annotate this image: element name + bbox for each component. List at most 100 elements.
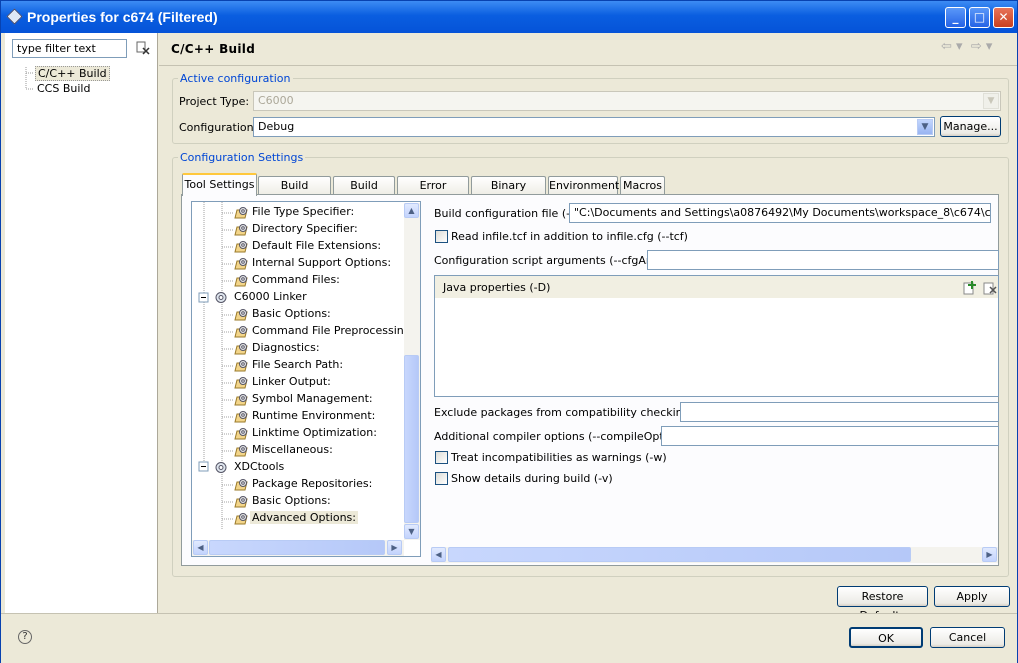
option-category-icon — [234, 326, 248, 338]
project-type-label: Project Type: — [179, 95, 250, 108]
option-category-icon — [234, 513, 248, 525]
scroll-down-icon[interactable]: ▼ — [404, 524, 419, 539]
compiler-options-field[interactable] — [661, 426, 999, 446]
tab-macros[interactable]: Macros — [620, 176, 665, 195]
manage-button[interactable]: Manage... — [940, 116, 1001, 137]
show-details-label: Show details during build (-v) — [451, 472, 613, 485]
exclude-field[interactable] — [680, 402, 999, 422]
configuration-value: Debug — [258, 120, 295, 133]
ok-button[interactable]: OK — [849, 627, 923, 648]
treat-incompat-label: Treat incompatibilities as warnings (-w) — [451, 451, 667, 464]
treat-incompat-checkbox[interactable] — [435, 451, 448, 464]
add-property-icon[interactable] — [962, 280, 977, 295]
option-category-icon — [234, 394, 248, 406]
read-infile-checkbox[interactable] — [435, 230, 448, 243]
delete-property-icon[interactable] — [982, 280, 997, 295]
cfg-args-field[interactable] — [647, 250, 999, 270]
build-config-label: Build configuration file (-b) — [434, 207, 582, 220]
scroll-up-icon[interactable]: ▲ — [404, 203, 419, 218]
scroll-right-icon[interactable]: ▶ — [982, 547, 997, 562]
tool-tree-item[interactable]: Package Repositories: — [252, 477, 372, 490]
tool-tree-item[interactable]: Miscellaneous: — [252, 443, 333, 456]
tool-gear-icon — [215, 292, 227, 303]
scroll-left-icon[interactable]: ◀ — [431, 547, 446, 562]
tree-horizontal-scrollbar[interactable]: ◀ ▶ — [192, 540, 404, 556]
page-title: C/C++ Build — [171, 42, 256, 56]
java-properties-header: Java properties (-D) — [435, 276, 998, 298]
scroll-right-icon[interactable]: ▶ — [387, 540, 402, 555]
tool-tree-item[interactable]: File Type Specifier: — [252, 205, 354, 218]
option-category-icon — [234, 207, 248, 219]
tool-tree-item[interactable]: Runtime Environment: — [252, 409, 375, 422]
tree-vertical-scrollbar[interactable]: ▲ ▼ — [404, 203, 420, 540]
read-infile-label: Read infile.tcf in addition to infile.cf… — [451, 230, 688, 243]
help-icon[interactable]: ? — [18, 630, 32, 644]
tab-tool-settings[interactable]: Tool Settings — [182, 173, 257, 196]
build-config-field[interactable]: "C:\Documents and Settings\a0876492\My D… — [569, 203, 991, 223]
filter-input[interactable]: type filter text — [12, 39, 127, 58]
sidebar-item-ccs-build[interactable]: CCS Build — [35, 82, 92, 95]
properties-window: Properties for c674 (Filtered) _ □ ✕ typ… — [0, 0, 1018, 663]
option-category-icon — [234, 241, 248, 253]
scroll-thumb[interactable] — [448, 547, 911, 562]
configuration-combo[interactable]: Debug ▼ — [253, 117, 935, 137]
tree-lines — [198, 202, 234, 530]
tool-tree-item[interactable]: Linker Output: — [252, 375, 331, 388]
option-category-icon — [234, 309, 248, 321]
sidebar-item-cc-build[interactable]: C/C++ Build — [35, 66, 110, 81]
option-category-icon — [234, 360, 248, 372]
tool-tree-item[interactable]: File Search Path: — [252, 358, 343, 371]
tool-tree: File Type Specifier: Directory Specifier:… — [191, 201, 421, 557]
nav-arrows: ⇦ ▾ ⇨ ▾ — [941, 39, 992, 54]
settings-horizontal-scrollbar[interactable]: ◀ ▶ — [431, 547, 998, 563]
option-category-icon — [234, 428, 248, 440]
show-details-checkbox[interactable] — [435, 472, 448, 485]
header-separator — [159, 65, 1017, 66]
restore-defaults-button[interactable]: Restore Defaults — [837, 586, 928, 622]
tool-tree-group[interactable]: XDCtools — [234, 460, 284, 473]
chevron-down-icon[interactable]: ▼ — [917, 119, 933, 135]
active-config-label: Active configuration — [178, 72, 293, 85]
tool-tree-item[interactable]: Command File Preprocessing: — [252, 324, 414, 337]
scroll-thumb[interactable] — [404, 355, 419, 523]
option-category-icon — [234, 411, 248, 423]
tool-tree-item[interactable]: Symbol Management: — [252, 392, 373, 405]
tab-error-parsers[interactable]: Error Parsers — [397, 176, 469, 209]
tab-build-settings[interactable]: Build Settings — [258, 176, 331, 209]
tool-tree-item[interactable]: Linktime Optimization: — [252, 426, 377, 439]
tab-environment[interactable]: Environment — [548, 176, 619, 195]
tool-tree-item[interactable]: Basic Options: — [252, 494, 331, 507]
tab-binary-parser[interactable]: Binary Parser — [471, 176, 546, 209]
tool-gear-icon — [215, 462, 227, 473]
minimize-button[interactable]: _ — [945, 7, 966, 28]
maximize-button[interactable]: □ — [969, 7, 990, 28]
option-category-icon — [234, 377, 248, 389]
tool-tree-item[interactable]: Internal Support Options: — [252, 256, 391, 269]
apply-button[interactable]: Apply — [934, 586, 1010, 607]
tool-tree-item[interactable]: Command Files: — [252, 273, 340, 286]
project-type-combo: C6000 ▼ — [253, 91, 1001, 111]
config-settings-label: Configuration Settings — [178, 151, 306, 164]
scroll-left-icon[interactable]: ◀ — [193, 540, 208, 555]
option-category-icon — [234, 496, 248, 508]
tool-tree-item[interactable]: Directory Specifier: — [252, 222, 358, 235]
java-properties-label: Java properties (-D) — [443, 281, 551, 294]
tool-tree-item[interactable]: Advanced Options: — [250, 511, 358, 524]
tab-build-steps[interactable]: Build Steps — [333, 176, 395, 209]
java-properties-list[interactable]: Java properties (-D) — [434, 275, 999, 397]
app-icon — [6, 8, 23, 25]
option-category-icon — [234, 275, 248, 287]
forward-arrow-icon[interactable]: ⇨ ▾ — [971, 39, 993, 54]
close-button[interactable]: ✕ — [993, 7, 1014, 28]
scroll-thumb[interactable] — [209, 540, 385, 555]
title-bar: Properties for c674 (Filtered) _ □ ✕ — [1, 1, 1017, 33]
tool-tree-item[interactable]: Default File Extensions: — [252, 239, 381, 252]
option-category-icon — [234, 479, 248, 491]
cancel-button[interactable]: Cancel — [930, 627, 1005, 648]
tool-tree-item[interactable]: Basic Options: — [252, 307, 331, 320]
tool-tree-item[interactable]: Diagnostics: — [252, 341, 320, 354]
clear-filter-icon[interactable] — [136, 41, 150, 55]
tool-tree-group[interactable]: C6000 Linker — [234, 290, 307, 303]
back-arrow-icon[interactable]: ⇦ ▾ — [941, 39, 963, 54]
exclude-label: Exclude packages from compatibility chec… — [434, 406, 713, 419]
